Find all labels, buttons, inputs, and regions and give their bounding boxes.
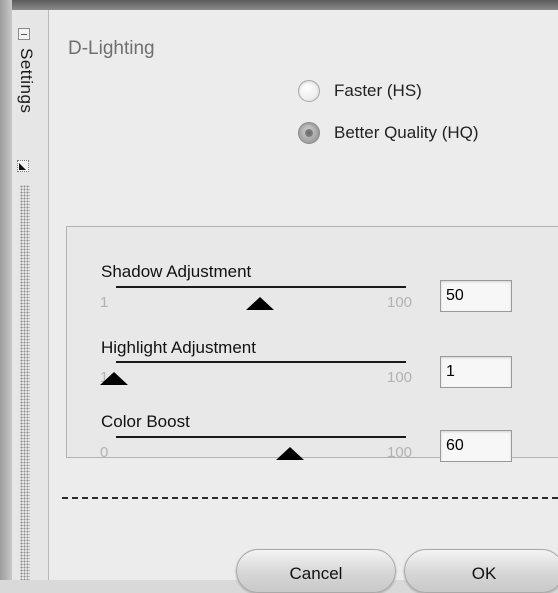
shadow-slider-track[interactable] [116,286,406,288]
color-boost-label: Color Boost [101,412,190,431]
settings-tab-label[interactable]: Settings [16,48,36,113]
window-left-edge [0,0,12,580]
collapse-icon[interactable] [18,28,30,40]
shadow-slider-thumb[interactable] [246,297,274,310]
highlight-adjustment-label: Highlight Adjustment [101,338,256,357]
radio-label: Faster (HS) [334,81,422,100]
cancel-button[interactable]: Cancel [236,549,396,593]
ok-button[interactable]: OK [404,549,558,593]
settings-side-strip: Settings [12,10,49,580]
resize-grip[interactable] [20,185,30,580]
color-boost-value-field[interactable]: 60 [440,430,512,462]
d-lighting-settings-window: Settings D-Lighting Faster (HS) Better Q… [0,0,558,593]
shadow-adjustment-label: Shadow Adjustment [101,262,252,281]
shadow-max-label: 100 [387,294,413,311]
radio-faster-hs[interactable]: Faster (HS) [298,80,422,102]
highlight-slider-thumb[interactable] [100,372,128,385]
color-boost-slider-thumb[interactable] [276,447,304,460]
shadow-min-label: 1 [100,294,109,311]
color-boost-min-label: 0 [100,444,109,461]
color-boost-max-label: 100 [387,444,413,461]
highlight-max-label: 100 [387,369,413,386]
shadow-value-field[interactable]: 50 [440,280,512,312]
radio-label: Better Quality (HQ) [334,123,479,142]
section-title: D-Lighting [68,38,155,59]
highlight-value-field[interactable]: 1 [440,356,512,388]
expand-corner-icon[interactable] [17,160,29,172]
radio-button-selected[interactable] [298,122,320,144]
highlight-slider-track[interactable] [116,361,406,363]
radio-better-quality-hq[interactable]: Better Quality (HQ) [298,122,479,144]
radio-button[interactable] [298,80,320,102]
color-boost-slider-track[interactable] [116,436,406,438]
separator-dashed [62,497,558,499]
window-top-edge [0,0,558,10]
